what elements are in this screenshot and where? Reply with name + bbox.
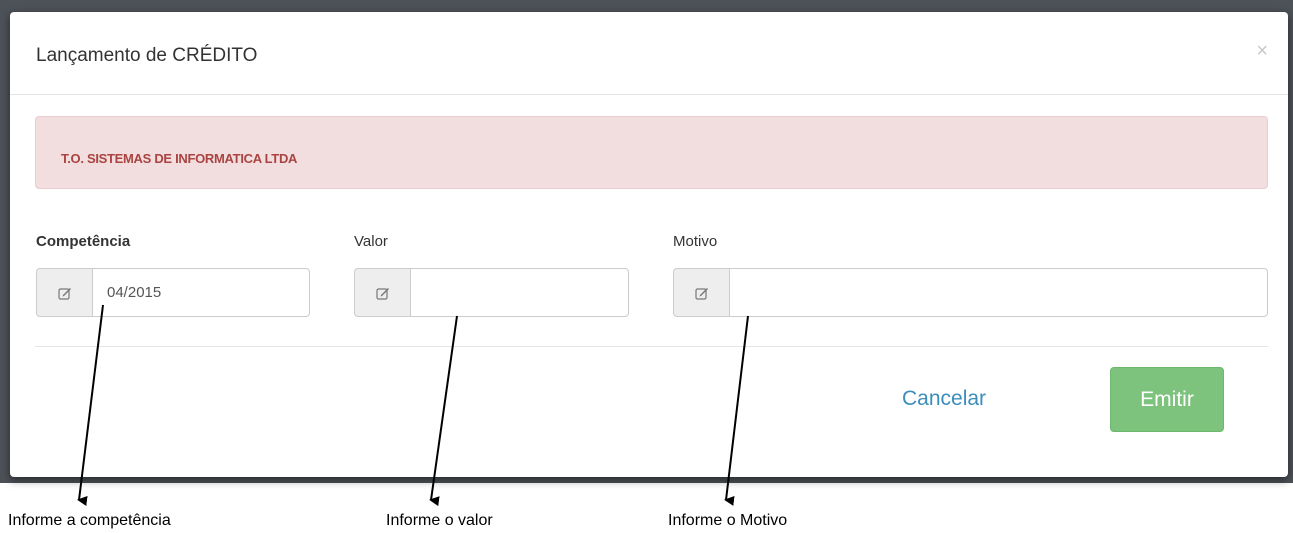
valor-label: Valor xyxy=(354,233,388,250)
competencia-input[interactable]: 04/2015 xyxy=(92,268,310,317)
competencia-input-group: 04/2015 xyxy=(36,268,310,317)
cancel-button[interactable]: Cancelar xyxy=(902,387,986,411)
motivo-input[interactable] xyxy=(729,268,1268,317)
modal-header: Lançamento de CRÉDITO × xyxy=(10,12,1288,95)
annotation-competencia: Informe a competência xyxy=(8,512,171,529)
annotation-motivo: Informe o Motivo xyxy=(668,512,788,529)
footer-divider xyxy=(35,346,1268,347)
motivo-input-group xyxy=(673,268,1268,317)
edit-icon xyxy=(673,268,729,317)
modal-title: Lançamento de CRÉDITO xyxy=(36,45,258,66)
company-alert: T.O. SISTEMAS DE INFORMATICA LTDA xyxy=(35,116,1268,189)
close-icon[interactable]: × xyxy=(1256,40,1268,63)
edit-icon xyxy=(354,268,410,317)
competencia-label: Competência xyxy=(36,233,131,250)
annotation-valor: Informe o valor xyxy=(386,512,493,529)
edit-icon xyxy=(36,268,92,317)
valor-input-group xyxy=(354,268,629,317)
valor-input[interactable] xyxy=(410,268,629,317)
company-name: T.O. SISTEMAS DE INFORMATICA LTDA xyxy=(61,151,298,166)
emit-button[interactable]: Emitir xyxy=(1110,367,1224,432)
motivo-label: Motivo xyxy=(673,233,718,250)
credit-modal: Lançamento de CRÉDITO × T.O. SISTEMAS DE… xyxy=(10,12,1288,477)
